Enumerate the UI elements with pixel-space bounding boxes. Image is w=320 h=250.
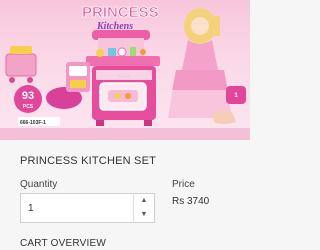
svg-text:· · · · ·: · · · · · xyxy=(118,74,129,79)
cart-overview-heading: CART OVERVIEW xyxy=(20,238,106,249)
price-value: Rs 3740 xyxy=(172,196,210,207)
product-image: PRINCESS Kitchens 93 PCS · · · · · 1 666… xyxy=(0,0,250,140)
svg-text:PCS: PCS xyxy=(23,104,34,110)
quantity-stepper[interactable]: 1 ▲ ▼ xyxy=(20,193,155,223)
price-label: Price xyxy=(172,179,195,190)
svg-text:666-103F-1: 666-103F-1 xyxy=(20,120,46,126)
chevron-down-icon[interactable]: ▼ xyxy=(134,208,154,222)
svg-text:93: 93 xyxy=(22,90,34,102)
quantity-input[interactable]: 1 xyxy=(28,203,34,214)
stepper-controls: ▲ ▼ xyxy=(133,194,154,222)
quantity-label: Quantity xyxy=(20,179,58,190)
box-bottom-strip xyxy=(0,128,250,140)
model-code-label: 666-103F-1 xyxy=(18,117,60,126)
svg-text:PRINCESS: PRINCESS xyxy=(82,4,159,21)
piece-count-badge: 93 PCS xyxy=(14,85,42,113)
product-page: PRINCESS Kitchens 93 PCS · · · · · 1 666… xyxy=(0,0,250,250)
age-badge: 1 xyxy=(226,86,246,104)
product-photo: PRINCESS Kitchens 93 PCS · · · · · 1 666… xyxy=(0,0,250,140)
chevron-up-icon[interactable]: ▲ xyxy=(134,194,154,208)
product-title: PRINCESS KITCHEN SET xyxy=(20,155,157,167)
